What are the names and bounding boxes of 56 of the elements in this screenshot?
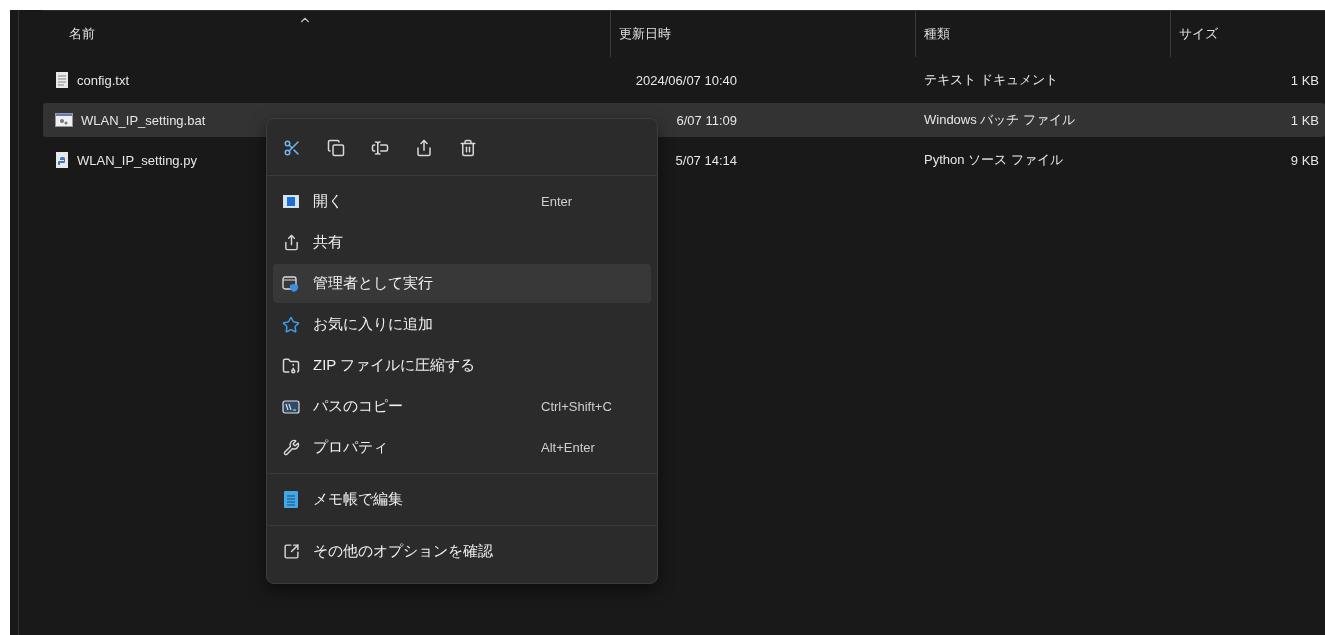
file-type: テキスト ドキュメント: [923, 71, 1059, 89]
modified-date: 6/07 11:09: [675, 112, 737, 128]
file-row[interactable]: WLAN_IP_setting.py 5/07 14:14 Python ソース ファイル 9 KB: [43, 143, 1325, 177]
menu-item[interactable]: お気に入りに追加: [273, 305, 651, 344]
menu-item[interactable]: パスのコピー Ctrl+Shift+C: [273, 387, 651, 426]
menu-item-label: 共有: [313, 233, 343, 252]
file-size: 1 KB: [1290, 72, 1320, 88]
menu-item-label: プロパティ: [313, 438, 388, 457]
star-icon: [282, 315, 300, 334]
rename-icon: [371, 139, 389, 157]
menu-item-label: 開く: [313, 192, 343, 211]
modified-date: 5/07 14:14: [674, 152, 737, 168]
file-row[interactable]: config.txt 2024/06/07 10:40 テキスト ドキュメント 1 KB: [43, 63, 1325, 97]
terminal-icon: [282, 399, 300, 414]
python-file-icon: [55, 152, 69, 168]
text-file-icon: [55, 72, 69, 88]
menu-item[interactable]: 開く Enter: [273, 182, 651, 221]
menu-item[interactable]: その他のオプションを確認: [273, 532, 651, 571]
scissors-icon: [283, 139, 301, 157]
copy-icon: [327, 139, 345, 157]
shortcut-label: Enter: [541, 194, 574, 209]
column-header[interactable]: サイズ: [1170, 11, 1325, 57]
menu-item-label: メモ帳で編集: [313, 490, 403, 509]
menu-item[interactable]: メモ帳で編集: [273, 480, 651, 519]
menu-item-label: お気に入りに追加: [313, 315, 433, 334]
zip-folder-icon: [282, 356, 300, 375]
batch-file-icon: [55, 113, 73, 127]
menu-item-label: ZIP ファイルに圧縮する: [313, 356, 476, 375]
menu-item-label: その他のオプションを確認: [313, 542, 493, 561]
shield-window-icon: [282, 275, 300, 292]
file-type: Windows バッチ ファイル: [923, 111, 1076, 129]
notepad-icon: [284, 491, 298, 508]
menu-item[interactable]: 共有: [273, 223, 651, 262]
share-icon: [415, 139, 433, 157]
column-header[interactable]: 種類: [915, 11, 1170, 57]
menu-item-label: 管理者として実行: [313, 274, 433, 293]
menu-item[interactable]: ZIP ファイルに圧縮する: [273, 346, 651, 385]
menu-item[interactable]: プロパティ Alt+Enter: [273, 428, 651, 467]
expand-icon: [282, 543, 300, 560]
menu-item-label: パスのコピー: [313, 397, 403, 416]
shortcut-label: Ctrl+Shift+C: [541, 399, 613, 414]
file-type: Python ソース ファイル: [923, 151, 1064, 169]
file-name: WLAN_IP_setting.py: [77, 152, 197, 168]
window-icon: [283, 195, 299, 208]
column-header[interactable]: 名前: [43, 11, 610, 57]
file-size: 1 KB: [1290, 112, 1320, 128]
menu-item[interactable]: 管理者として実行: [273, 264, 651, 303]
shortcut-label: Alt+Enter: [541, 440, 596, 455]
share-icon: [282, 234, 300, 251]
column-header[interactable]: 更新日時: [610, 11, 915, 57]
modified-date: 2024/06/07 10:40: [634, 72, 737, 88]
file-name: config.txt: [77, 72, 130, 88]
file-name: WLAN_IP_setting.bat: [81, 112, 206, 128]
trash-icon: [459, 139, 477, 157]
wrench-icon: [282, 439, 300, 456]
file-size: 9 KB: [1290, 152, 1320, 168]
